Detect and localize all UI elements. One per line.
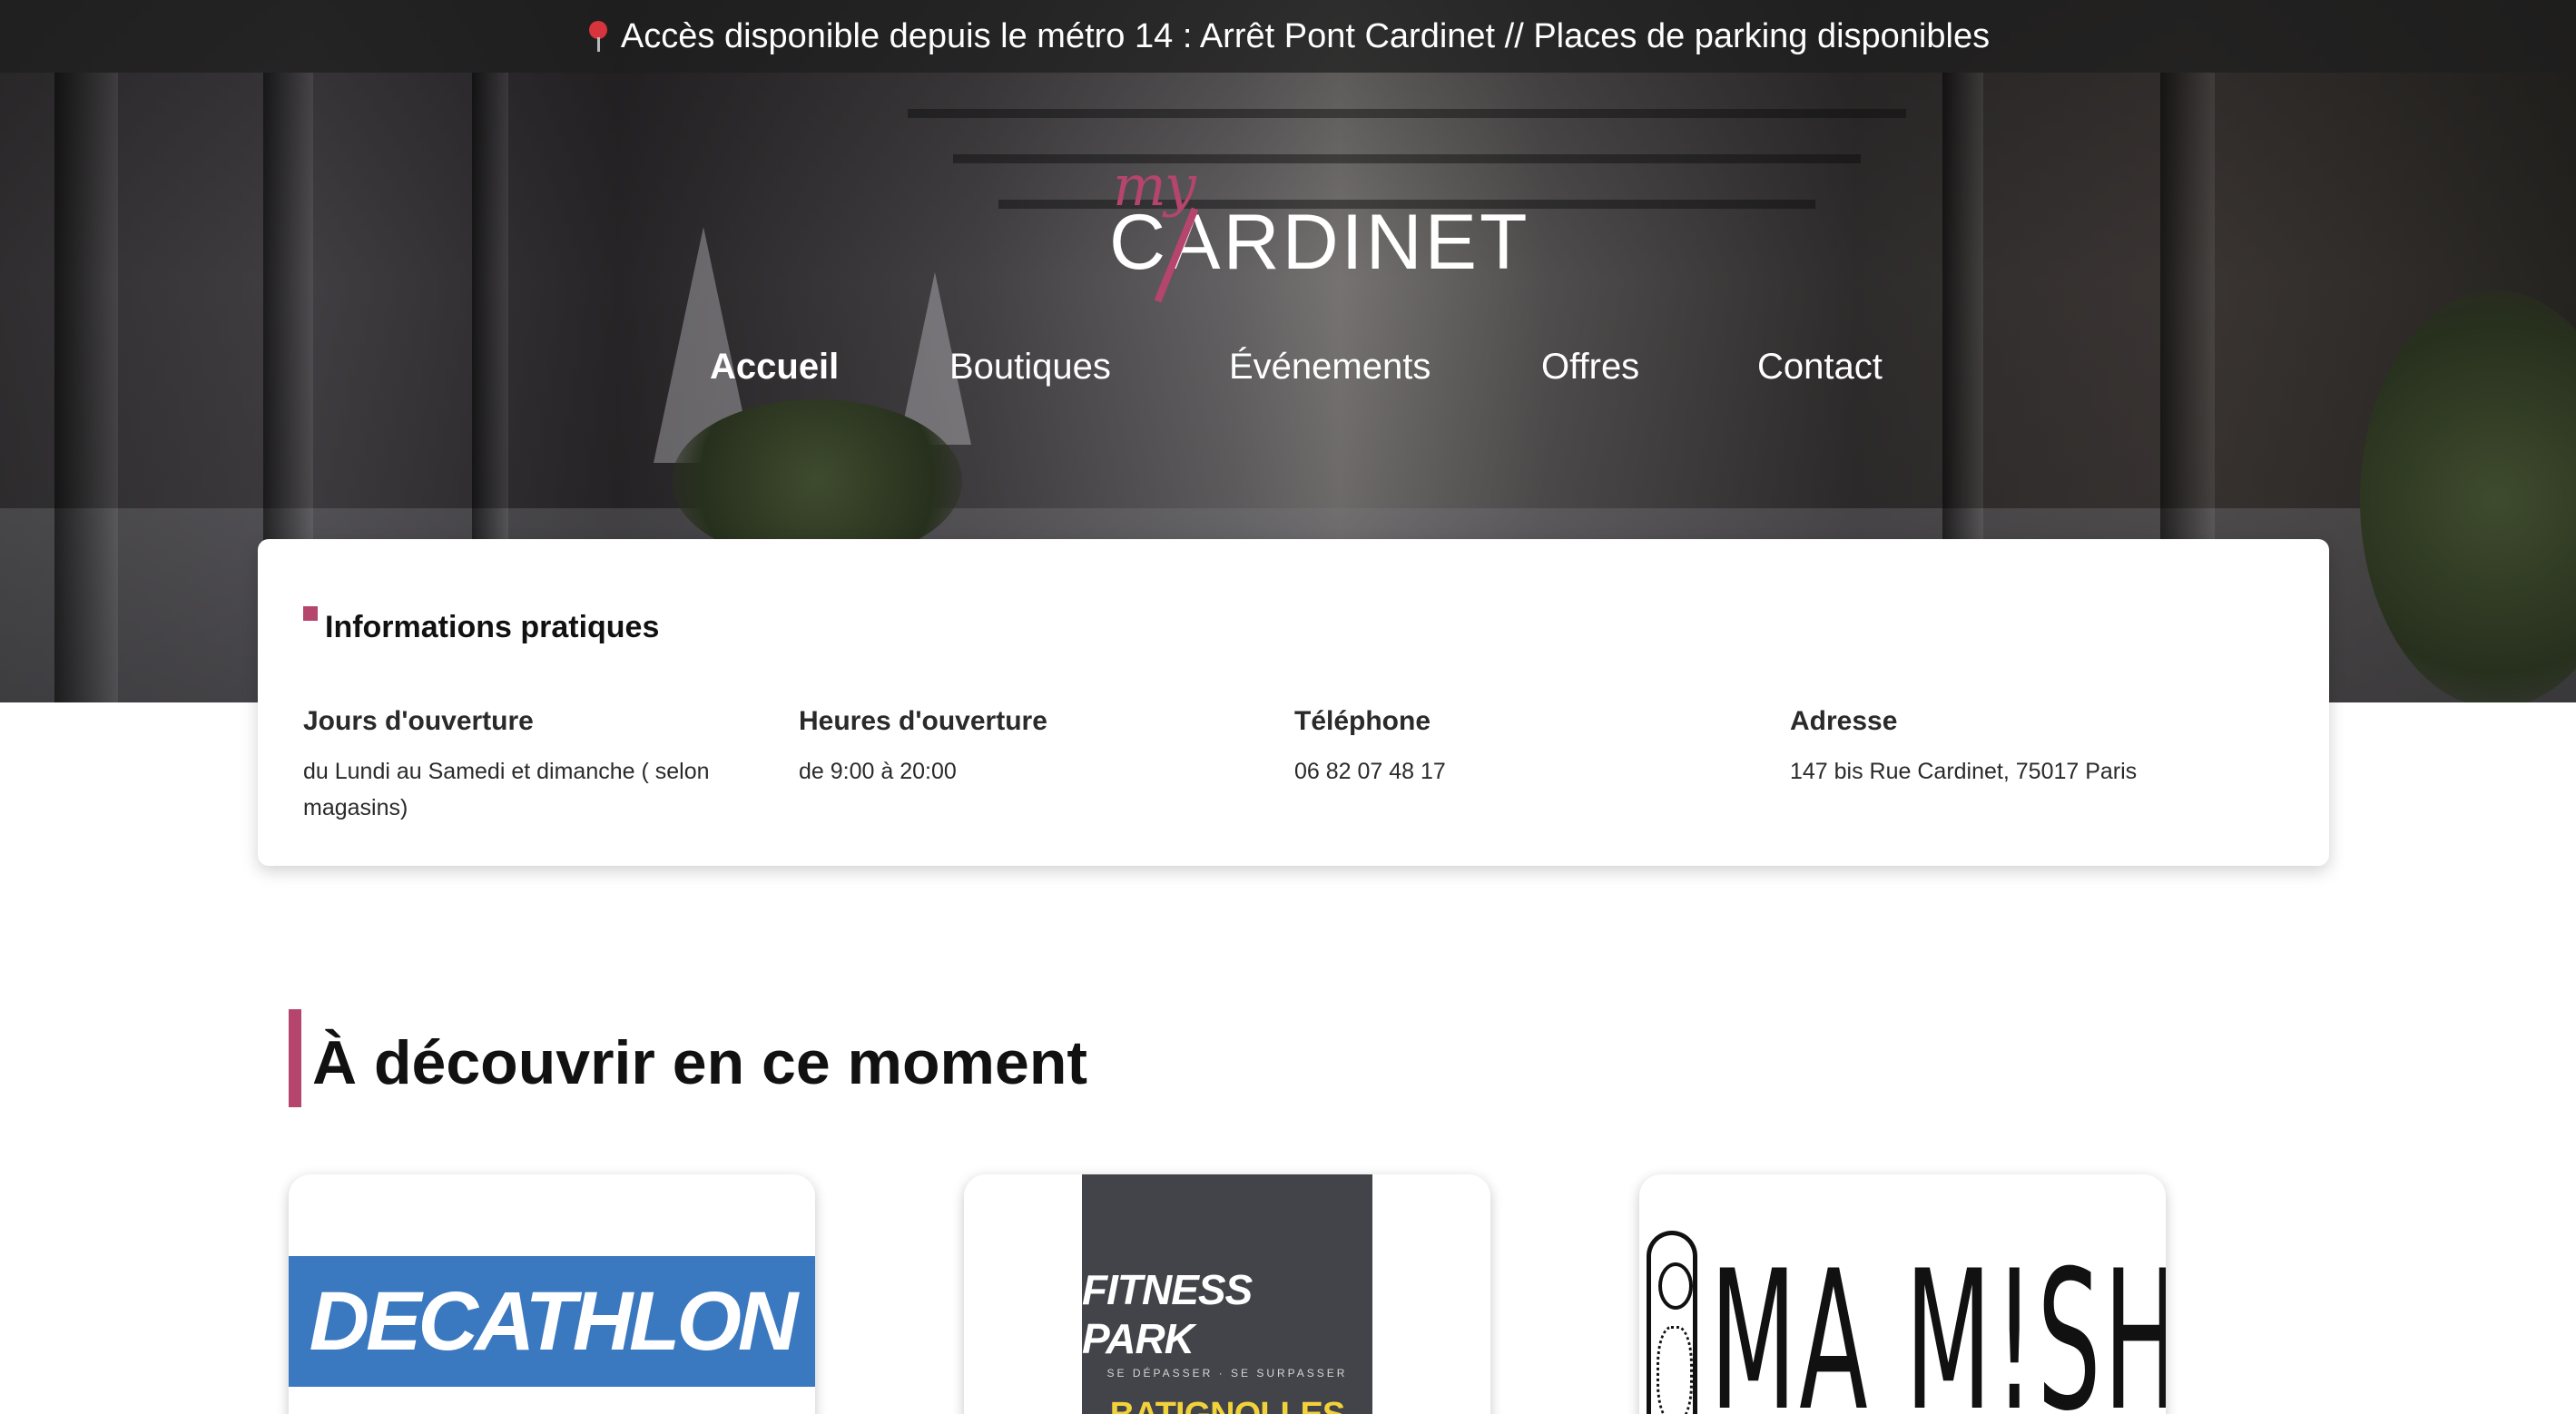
section-accent-bar xyxy=(289,1009,301,1107)
matryoshka-icon xyxy=(1647,1231,1697,1414)
fitness-park-name: FITNESS PARK xyxy=(1082,1266,1253,1362)
section-title: À découvrir en ce moment xyxy=(312,1028,1088,1097)
info-value: du Lundi au Samedi et dimanche ( selon m… xyxy=(303,759,710,820)
nav-item-offres[interactable]: Offres xyxy=(1541,347,1639,388)
hero-pillar xyxy=(1942,73,1983,581)
map-pin-icon xyxy=(586,21,610,52)
hero-beam xyxy=(908,109,1906,118)
shop-card-fitness-park[interactable]: FITNESS PARK SE DÉPASSER · SE SURPASSER … xyxy=(964,1174,1490,1414)
nav-item-boutiques[interactable]: Boutiques xyxy=(949,347,1111,388)
fitness-park-tagline: SE DÉPASSER · SE SURPASSER xyxy=(1106,1367,1348,1380)
info-heading: Adresse xyxy=(1790,706,1898,736)
info-value: de 9:00 à 20:00 xyxy=(799,759,957,784)
info-heading: Heures d'ouverture xyxy=(799,706,1047,736)
shop-card-ma-mishka[interactable]: MA M!SHKÂ xyxy=(1639,1174,2166,1414)
section-marker xyxy=(303,606,318,621)
fitness-park-location: BATIGNOLLES xyxy=(1110,1396,1346,1414)
info-title: Informations pratiques xyxy=(325,610,660,644)
site-logo[interactable]: my CARDINET xyxy=(1109,152,1528,303)
shop-card-decathlon[interactable]: DECATHLON xyxy=(289,1174,815,1414)
info-address-value[interactable]: 147 bis Rue Cardinet, 75017 Paris xyxy=(1790,753,2244,790)
info-opening-days: Jours d'ouverture du Lundi au Samedi et … xyxy=(303,706,757,826)
info-address: Adresse 147 bis Rue Cardinet, 75017 Pari… xyxy=(1790,706,2244,790)
info-heading: Téléphone xyxy=(1294,706,1431,736)
main-nav: Accueil Boutiques Événements Offres Cont… xyxy=(0,347,2576,401)
nav-item-accueil[interactable]: Accueil xyxy=(710,347,839,388)
info-heading: Jours d'ouverture xyxy=(303,706,534,736)
hedge-decoration xyxy=(672,399,962,563)
ma-mishka-logo: MA M!SHKÂ xyxy=(1710,1229,2166,1414)
decathlon-logo: DECATHLON xyxy=(289,1256,815,1387)
practical-info-card: Informations pratiques Jours d'ouverture… xyxy=(258,539,2329,866)
info-opening-hours: Heures d'ouverture de 9:00 à 20:00 xyxy=(799,706,1253,790)
topbar-message: Accès disponible depuis le métro 14 : Ar… xyxy=(620,16,1991,55)
fitness-park-logo: FITNESS PARK SE DÉPASSER · SE SURPASSER … xyxy=(1082,1174,1372,1414)
info-phone: Téléphone 06 82 07 48 17 xyxy=(1294,706,1748,790)
nav-item-evenements[interactable]: Événements xyxy=(1229,347,1431,388)
hero-pillar xyxy=(472,73,508,581)
nav-item-contact[interactable]: Contact xyxy=(1757,347,1883,388)
info-phone-value[interactable]: 06 82 07 48 17 xyxy=(1294,753,1748,790)
info-topbar: Accès disponible depuis le métro 14 : Ar… xyxy=(0,0,2576,73)
